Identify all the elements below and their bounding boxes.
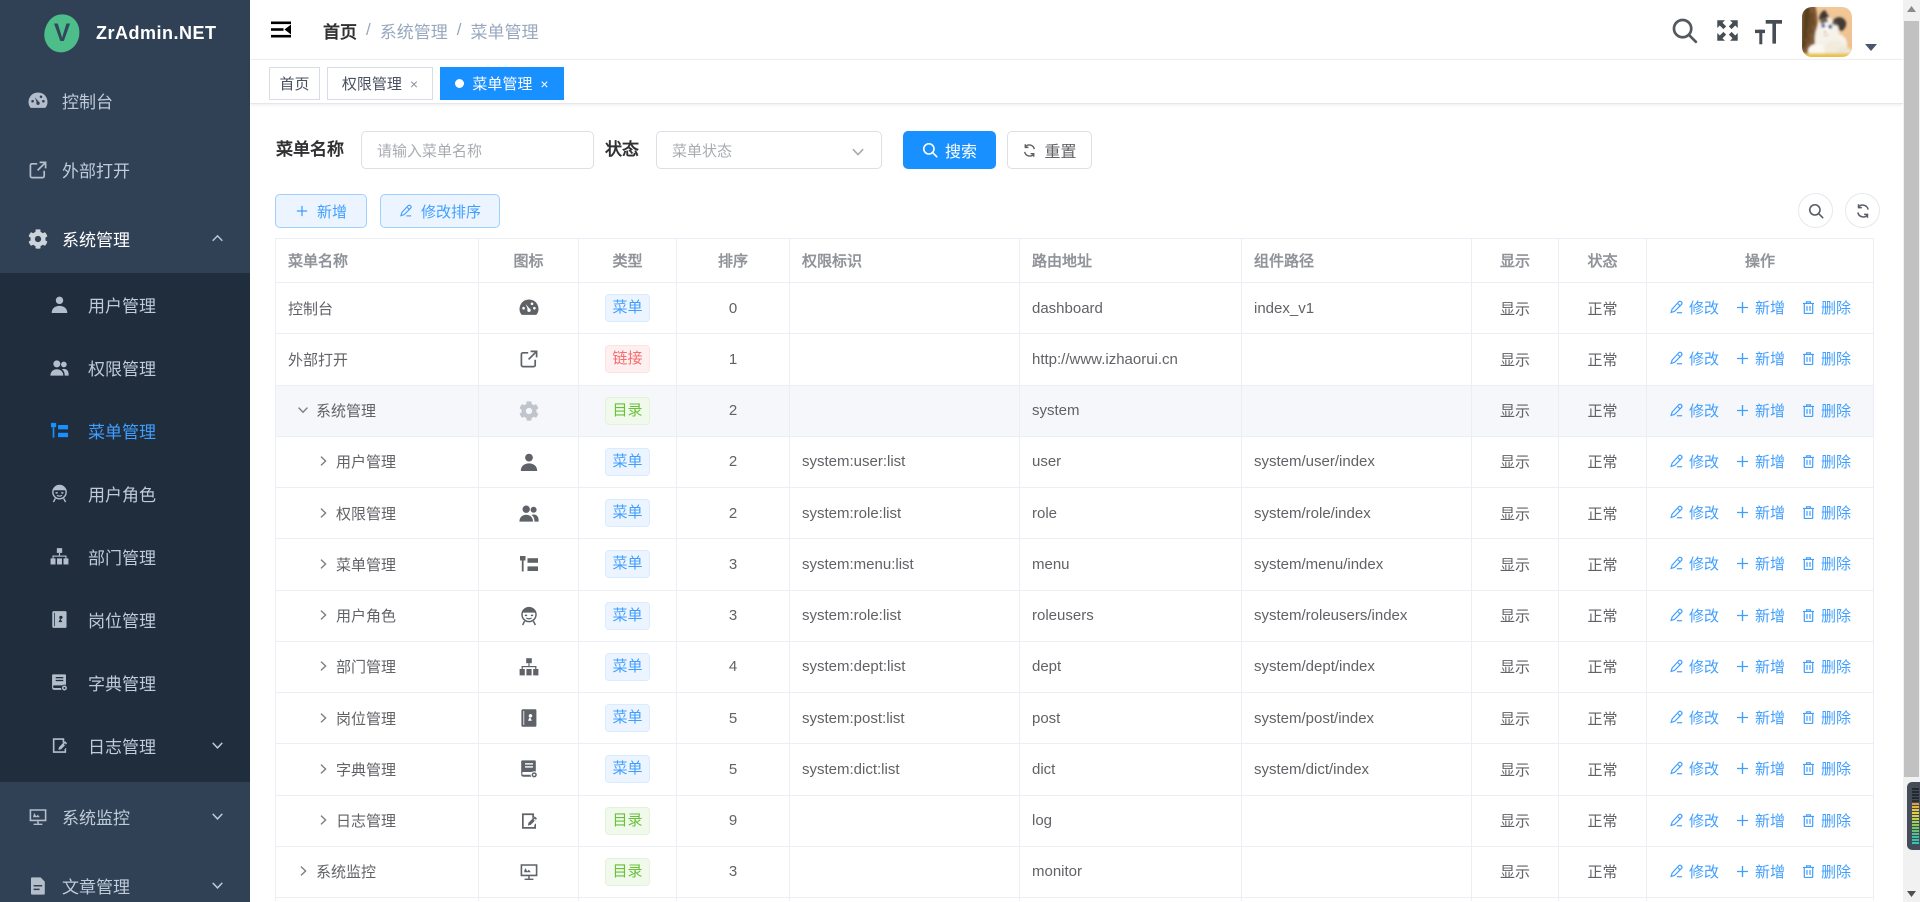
svg-text:V: V bbox=[54, 20, 71, 47]
